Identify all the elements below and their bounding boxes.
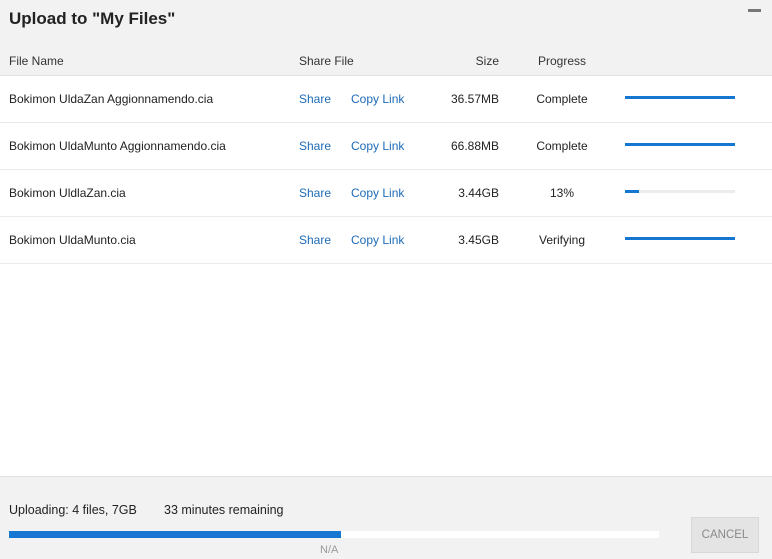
cancel-button[interactable]: CANCEL — [691, 517, 759, 553]
file-row: Bokimon UldlaZan.cia Share Copy Link 3.4… — [0, 170, 772, 217]
file-size: 66.88MB — [450, 139, 499, 153]
minimize-bar — [748, 9, 761, 12]
copy-link[interactable]: Copy Link — [351, 233, 404, 247]
upload-speed: N/A — [320, 544, 339, 556]
uploading-summary: Uploading: 4 files, 7GB — [9, 503, 137, 517]
share-link[interactable]: Share — [299, 92, 331, 106]
file-name: Bokimon UldaMunto.cia — [9, 233, 136, 247]
dialog-title: Upload to "My Files" — [9, 9, 176, 28]
overall-progress-bar — [9, 531, 659, 538]
column-headers: File Name Share File Size Progress — [0, 46, 772, 76]
column-header-file-name: File Name — [9, 54, 64, 68]
file-name: Bokimon UldaMunto Aggionnamendo.cia — [9, 139, 226, 153]
file-progress-bar — [625, 190, 735, 193]
file-row: Bokimon UldaMunto Aggionnamendo.cia Shar… — [0, 123, 772, 170]
file-size: 3.45GB — [458, 233, 499, 247]
file-row: Bokimon UldaMunto.cia Share Copy Link 3.… — [0, 217, 772, 264]
minimize-icon[interactable] — [748, 6, 762, 20]
file-size: 3.44GB — [458, 186, 499, 200]
upload-footer: Uploading: 4 files, 7GB 33 minutes remai… — [0, 476, 772, 559]
share-link[interactable]: Share — [299, 233, 331, 247]
copy-link[interactable]: Copy Link — [351, 139, 404, 153]
upload-status: Verifying — [538, 233, 586, 247]
column-header-progress: Progress — [537, 54, 587, 68]
file-progress-fill — [625, 143, 735, 146]
file-name: Bokimon UldlaZan.cia — [9, 186, 126, 200]
copy-link[interactable]: Copy Link — [351, 186, 404, 200]
upload-status: Complete — [536, 139, 588, 153]
file-progress-bar — [625, 96, 735, 99]
copy-link[interactable]: Copy Link — [351, 92, 404, 106]
column-header-share-file: Share File — [299, 54, 354, 68]
column-header-size: Size — [475, 54, 499, 68]
file-progress-fill — [625, 96, 735, 99]
share-link[interactable]: Share — [299, 186, 331, 200]
upload-status: Complete — [536, 92, 588, 106]
upload-status: 13% — [549, 186, 575, 200]
overall-progress-fill — [9, 531, 341, 538]
file-progress-fill — [625, 237, 735, 240]
time-remaining: 33 minutes remaining — [164, 503, 284, 517]
file-size: 36.57MB — [450, 92, 499, 106]
file-progress-fill — [625, 190, 640, 193]
file-progress-bar — [625, 237, 735, 240]
file-row: Bokimon UldaZan Aggionnamendo.cia Share … — [0, 76, 772, 123]
share-link[interactable]: Share — [299, 139, 331, 153]
dialog-header: Upload to "My Files" — [0, 0, 772, 46]
file-name: Bokimon UldaZan Aggionnamendo.cia — [9, 92, 214, 106]
file-list: Bokimon UldaZan Aggionnamendo.cia Share … — [0, 76, 772, 476]
file-progress-bar — [625, 143, 735, 146]
